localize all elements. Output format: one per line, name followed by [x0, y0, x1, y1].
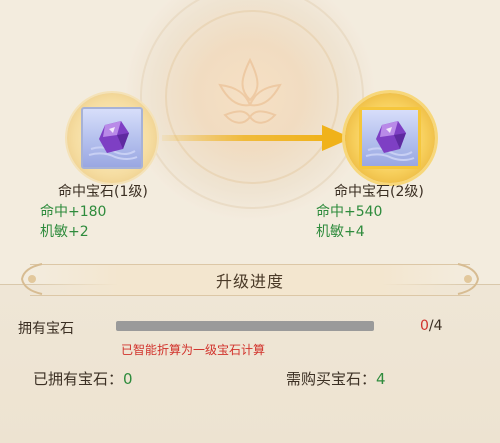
owned-gems-info: 已拥有宝石：0	[33, 368, 133, 389]
need-buy-text: 需购买宝石：	[286, 370, 377, 388]
owned-gems-value: 0	[123, 370, 133, 388]
source-stat-hit: 命中+180	[40, 204, 107, 220]
target-gem-box	[359, 107, 421, 169]
source-gem-slot[interactable]	[67, 93, 157, 183]
target-stat-agility: 机敏+4	[316, 224, 365, 240]
need-buy-info: 需购买宝石：4	[286, 368, 386, 389]
target-gem-slot[interactable]	[345, 93, 435, 183]
gem-progress-total: /4	[428, 318, 443, 334]
purple-gem-icon	[88, 121, 138, 160]
gem-progress-bar	[116, 321, 374, 331]
target-gem-name: 命中宝石(2级)	[334, 184, 424, 200]
gem-progress-count: 0/4	[420, 318, 443, 334]
progress-panel	[0, 284, 500, 443]
owned-gems-label: 拥有宝石	[18, 321, 74, 337]
source-stat-agility: 机敏+2	[40, 224, 89, 240]
progress-title: 升级进度	[215, 272, 284, 291]
gem-progress-current: 0	[420, 318, 429, 334]
purple-gem-icon	[365, 121, 415, 161]
target-stat-hit: 命中+540	[316, 204, 383, 220]
right-arrow-icon	[162, 125, 352, 151]
source-gem-name: 命中宝石(1级)	[58, 184, 148, 200]
need-buy-value: 4	[376, 370, 386, 388]
source-gem-box	[81, 107, 143, 169]
conversion-note: 已智能折算为一级宝石计算	[121, 343, 266, 357]
owned-gems-text: 已拥有宝石：	[33, 370, 124, 388]
